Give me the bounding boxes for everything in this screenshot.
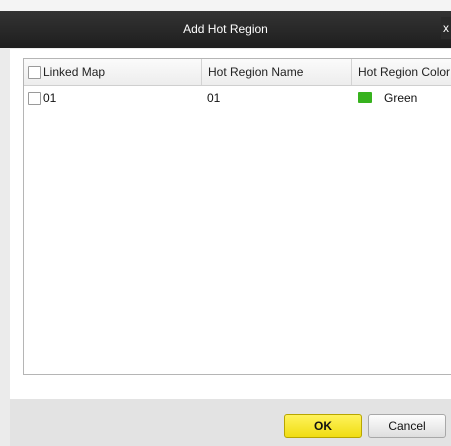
green-color-swatch [358,92,372,103]
hot-region-name-cell: 01 [207,86,347,110]
column-header-label: Linked Map [43,65,106,79]
color-label: Green [384,91,418,105]
titlebar-top-strip [0,0,451,11]
column-header-hot-region-color[interactable]: Hot Region Color [351,59,451,85]
linked-map-cell: 01 [24,86,200,110]
column-header-linked-map[interactable]: Linked Map [24,59,200,85]
ok-button[interactable]: OK [284,414,362,438]
dialog-footer: OK Cancel [10,399,451,446]
hot-region-table: Linked Map Hot Region Name Hot Region Co… [23,58,451,375]
add-hot-region-dialog: Add Hot Region x Linked Map Hot Region N… [0,0,451,446]
cancel-button[interactable]: Cancel [368,414,446,438]
row-checkbox[interactable] [28,92,41,105]
dialog-titlebar: Add Hot Region x [0,0,451,48]
column-header-label: Hot Region Color [358,65,451,79]
select-all-checkbox[interactable] [28,66,41,79]
linked-map-value: 01 [43,91,57,105]
dialog-title: Add Hot Region [183,22,268,36]
dialog-content: Linked Map Hot Region Name Hot Region Co… [10,49,451,399]
close-button[interactable]: x [441,17,451,39]
hot-region-color-cell[interactable]: Green [351,86,451,110]
table-header: Linked Map Hot Region Name Hot Region Co… [24,59,451,86]
column-header-label: Hot Region Name [208,65,304,79]
column-header-hot-region-name[interactable]: Hot Region Name [201,59,352,85]
table-row[interactable]: 01 01 Green [24,86,451,110]
hot-region-name-value: 01 [207,91,221,105]
